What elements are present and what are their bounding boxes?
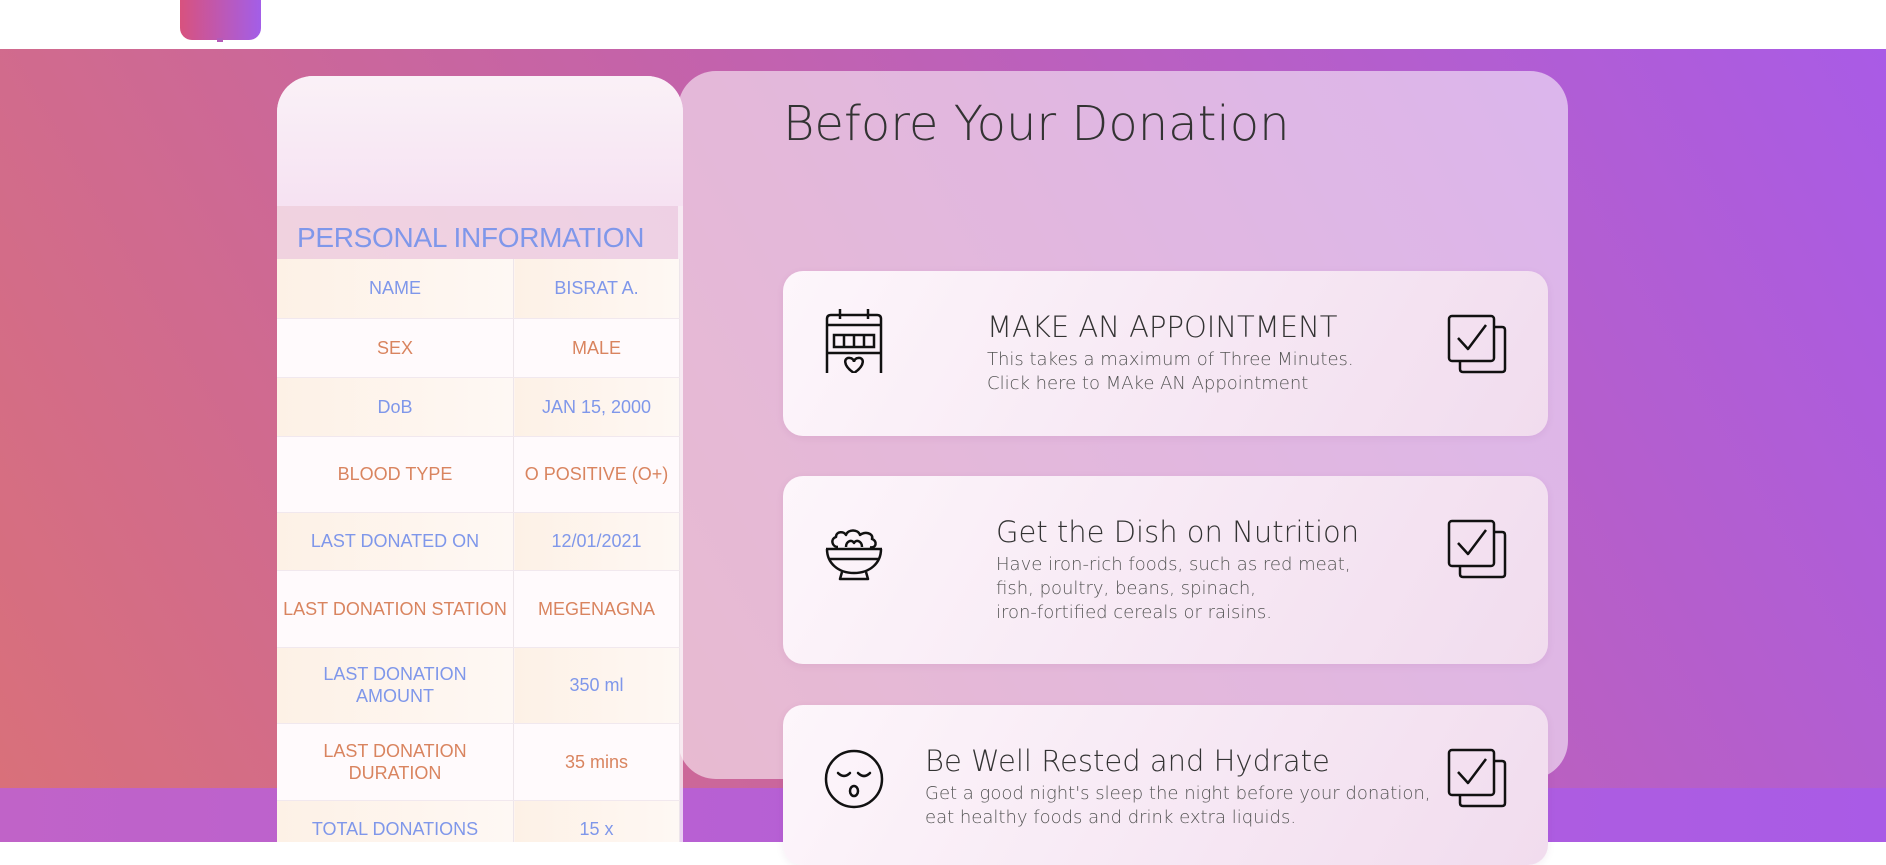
row-label: LAST DONATION DURATION [277,723,514,801]
card-description-line: This takes a maximum of Three Minutes. [987,349,1354,370]
card-description-line: fish, poultry, beans, spinach, [996,578,1256,599]
personal-info-card: PERSONAL INFORMATION NAME BISRAT A. SEX … [277,76,683,842]
row-value: 35 mins [513,723,680,801]
row-label: SEX [277,318,514,378]
card-description-line: Have iron-rich foods, such as red meat, [996,554,1351,575]
row-label: DoB [277,377,514,437]
card-title: MAKE AN APPOINTMENT [987,310,1338,344]
row-value: MALE [513,318,680,378]
card-description-line: Click here to MAke AN Appointment [987,373,1309,394]
personal-info-header-area [277,76,683,206]
page-title: Before Your Donation [783,96,1290,152]
row-value: BISRAT A. [513,259,680,319]
row-value: 350 ml [513,647,680,724]
row-label: LAST DONATION STATION [277,570,514,648]
table-row: LAST DONATION DURATION 35 mins [277,723,680,801]
make-appointment-card[interactable]: MAKE AN APPOINTMENT This takes a maximum… [783,271,1548,436]
blood-bag-logo-tube [217,38,223,42]
personal-info-heading: PERSONAL INFORMATION [297,222,645,253]
table-row: NAME BISRAT A. [277,259,680,319]
row-value: O POSITIVE (O+) [513,436,680,513]
checkbox-stack-icon[interactable] [1446,518,1508,580]
nutrition-card[interactable]: Get the Dish on Nutrition Have iron-rich… [783,476,1548,664]
table-row: DoB JAN 15, 2000 [277,377,680,437]
row-value: 15 x [513,800,680,842]
row-label: LAST DONATION AMOUNT [277,647,514,724]
row-value: 12/01/2021 [513,512,680,571]
row-label: TOTAL DONATIONS [277,800,514,842]
table-row: BLOOD TYPE O POSITIVE (O+) [277,436,680,513]
card-description: This takes a maximum of Three Minutes. C… [987,348,1354,396]
card-description: Get a good night's sleep the night befor… [925,782,1431,830]
card-description-line: Get a good night's sleep the night befor… [925,783,1431,804]
card-description-line: iron-fortified cereals or raisins. [996,602,1272,623]
table-row: LAST DONATED ON 12/01/2021 [277,512,680,571]
checkbox-stack-icon[interactable] [1446,313,1508,375]
calendar-heart-icon [825,309,883,373]
card-description: Have iron-rich foods, such as red meat, … [996,553,1351,625]
table-row: LAST DONATION AMOUNT 350 ml [277,647,680,724]
row-value: MEGENAGNA [513,570,680,648]
card-title: Get the Dish on Nutrition [996,515,1360,549]
table-row: TOTAL DONATIONS 15 x [277,800,680,842]
top-navbar [0,0,1886,49]
card-title: Be Well Rested and Hydrate [925,744,1330,778]
checkbox-stack-icon[interactable] [1446,747,1508,809]
personal-info-table: NAME BISRAT A. SEX MALE DoB JAN 15, 2000… [277,259,680,842]
table-row: SEX MALE [277,318,680,378]
sleepy-face-icon [824,749,884,809]
row-label: BLOOD TYPE [277,436,514,513]
rest-hydrate-card[interactable]: Be Well Rested and Hydrate Get a good ni… [783,705,1548,865]
card-description-line: eat healthy foods and drink extra liquid… [925,807,1297,828]
table-row: LAST DONATION STATION MEGENAGNA [277,570,680,648]
blood-bag-logo[interactable] [180,0,261,40]
row-label: NAME [277,259,514,319]
salad-bowl-icon [825,529,883,581]
row-label: LAST DONATED ON [277,512,514,571]
row-value: JAN 15, 2000 [513,377,680,437]
